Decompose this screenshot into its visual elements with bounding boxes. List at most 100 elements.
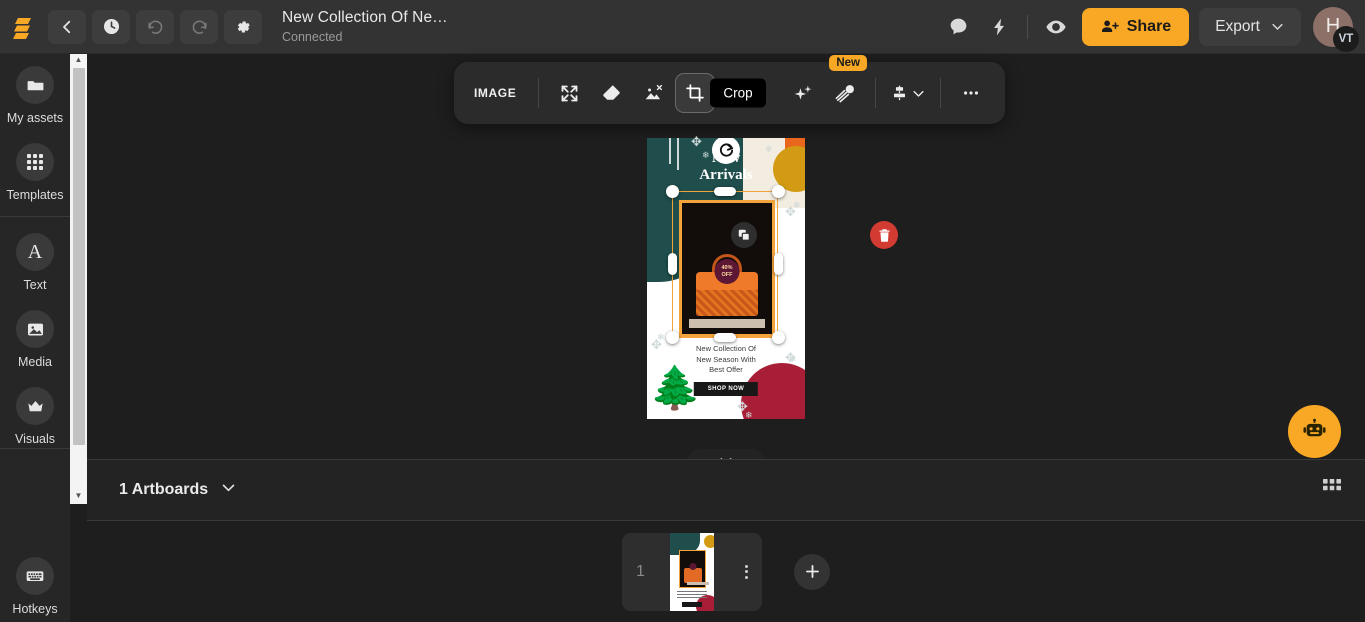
sidebar-item-my-assets[interactable]: My assets [0,54,70,131]
lightning-bolt-icon [993,18,1004,35]
sidebar-item-text[interactable]: A Text [0,221,70,298]
brand-logo-icon[interactable] [0,14,48,40]
delete-button[interactable] [870,221,898,249]
redo-icon [192,20,207,34]
duplicate-button[interactable] [731,222,757,248]
artwork-bag-weave [696,290,758,316]
sidebar-bottom-area: Hotkeys [0,535,70,622]
folder-icon [16,66,54,104]
crop-tool[interactable]: Crop [675,73,766,113]
trash-icon [879,228,889,242]
align-tool[interactable] [886,73,930,113]
sidebar-scroll-area: My assets Templates A Text Media Visuals [0,54,70,448]
magic-brush-tool[interactable]: New [825,55,867,113]
grid-view-icon [1323,478,1341,490]
thumb-badge [689,562,696,570]
quick-actions-button[interactable] [979,9,1019,45]
toolbar-divider-2 [875,78,877,108]
crop-icon [686,84,705,102]
chevron-down-icon [222,484,235,492]
duplicate-icon [738,229,750,241]
design-canvas[interactable]: IMAGE Crop New ❄ ❄ ❄ ❄ ❄ ❄ Arrivals 40% … [87,54,1365,471]
history-button[interactable] [92,9,130,44]
element-type-label: IMAGE [474,86,517,100]
artboard-count-chevron[interactable] [220,479,237,501]
resize-handle-bottom-left[interactable] [666,331,679,344]
remove-background-tool[interactable] [633,73,673,113]
scroll-up-arrow[interactable]: ▲ [75,54,83,67]
resize-handle-middle-right[interactable] [774,253,783,275]
artwork-product-photo[interactable]: 40% OFF [679,200,775,337]
sidebar-item-hotkeys[interactable]: Hotkeys [0,535,70,622]
share-label: Share [1126,17,1172,35]
artwork-cta-button[interactable]: SHOP NOW [693,382,759,396]
move-icon-4: ✥ [785,350,796,365]
resize-handle-bottom-center[interactable] [714,333,736,342]
avatar[interactable]: H VT [1313,6,1359,52]
document-title-block: New Collection Of Ne… Connected [282,9,448,44]
crop-tooltip: Crop [710,78,766,108]
ellipsis-icon [964,91,979,95]
artboard-thumbnail-menu[interactable] [745,564,748,579]
sidebar-item-label: Text [23,278,47,292]
comment-button[interactable] [939,9,979,45]
resize-handle-middle-left[interactable] [668,253,677,275]
sidebar-item-label: Media [17,355,53,369]
align-icon [894,85,906,100]
thumb-bag [684,567,702,583]
eraser-icon [603,84,620,100]
sidebar-item-label: Visuals [14,432,56,446]
scrollbar-thumb[interactable] [72,68,85,445]
resize-handle-bottom-right[interactable] [772,331,785,344]
user-plus-icon [1101,20,1119,33]
ai-enhance-tool[interactable] [783,73,823,113]
artboard-thumbnail-image[interactable] [670,532,714,611]
vertical-dots-icon [745,575,748,579]
resize-tool[interactable] [549,73,589,113]
header-actions: Share Export H VT [939,6,1365,52]
ai-assistant-button[interactable] [1288,405,1341,458]
robot-icon [1303,418,1326,437]
eraser-tool[interactable] [591,73,631,113]
back-button[interactable] [48,9,86,44]
sidebar-item-media[interactable]: Media [0,298,70,375]
add-artboard-button[interactable] [794,553,830,590]
preview-button[interactable] [1036,9,1076,45]
keyboard-icon [16,557,54,595]
redo-button[interactable] [180,9,218,44]
resize-handle-top-center[interactable] [714,187,736,196]
clock-icon [103,18,119,35]
move-icon-1: ✥ [691,134,702,149]
export-button[interactable]: Export [1199,7,1301,46]
plus-icon [805,565,819,578]
element-toolbar: IMAGE Crop New [454,55,1006,124]
chevron-down-icon [1272,23,1283,30]
undo-button[interactable] [136,9,174,44]
sidebar-item-templates[interactable]: Templates [0,131,70,208]
chevron-down-icon [913,90,924,97]
connection-status: Connected [282,30,343,44]
resize-handle-top-right[interactable] [772,185,785,198]
avatar-badge: VT [1333,25,1359,52]
scroll-down-arrow[interactable]: ▼ [75,490,83,503]
artboard-bar: 1 Artboards [87,459,1365,521]
vertical-dots-icon [745,570,748,573]
sparkles-icon [794,85,812,100]
share-button[interactable]: Share [1081,7,1190,46]
thumb-photo [679,549,709,588]
sidebar-item-label: Hotkeys [12,602,58,616]
resize-handle-top-left[interactable] [666,185,679,198]
more-options-button[interactable] [951,73,991,113]
artwork-discount-badge: 40% OFF [714,259,740,284]
sidebar-item-visuals[interactable]: Visuals [0,375,70,448]
sidebar-scrollbar[interactable]: ▲ ▼ [70,54,87,504]
move-icon-3: ✥ [651,337,662,352]
artboard-canvas[interactable]: ❄ ❄ ❄ ❄ ❄ ❄ New Arrivals 40% OFF New Col… [647,138,805,419]
chevron-left-icon [63,20,71,33]
sidebar-divider-bottom [0,448,70,449]
artboard-count-label[interactable]: 1 Artboards [119,481,208,499]
export-label: Export [1215,17,1260,35]
artboard-thumbnail-card[interactable]: 1 [622,532,762,611]
artboard-grid-view-button[interactable] [1323,478,1341,502]
settings-button[interactable] [224,9,262,44]
